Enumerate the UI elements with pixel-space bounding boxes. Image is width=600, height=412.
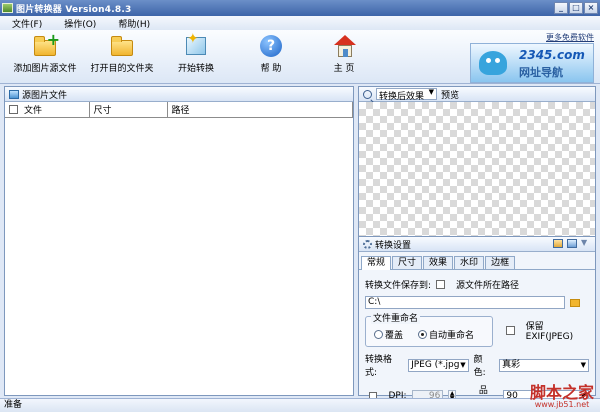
save-to-label: 转换文件保存到: <box>365 281 432 291</box>
status-text: 准备 <box>4 400 23 410</box>
menu-help[interactable]: 帮助(H) <box>118 17 150 30</box>
source-path-label: 源文件所在路径 <box>456 281 520 291</box>
keep-exif-checkbox[interactable] <box>505 326 515 335</box>
column-file-label: 文件 <box>24 106 43 116</box>
auto-rename-label: 自动重命名 <box>429 331 475 341</box>
column-path-header[interactable]: 路径 <box>167 102 353 118</box>
window-title: 图片转换器 Version4.8.3 <box>16 4 132 15</box>
browse-folder-icon[interactable] <box>570 299 580 307</box>
window-controls: _ □ × <box>554 2 598 14</box>
minimize-button[interactable]: _ <box>554 2 568 14</box>
open-settings-icon[interactable] <box>553 239 563 248</box>
tab-effect[interactable]: 效果 <box>423 256 454 269</box>
column-file-header[interactable]: 文件 <box>5 102 90 118</box>
main-toolbar: + 添加图片源文件 打开目的文件夹 开始转换 ? 帮 助 主 页 更多免费软件 … <box>0 30 600 84</box>
overwrite-option[interactable]: 覆盖 <box>374 328 403 341</box>
watermark-title: 脚本之家 <box>529 383 594 402</box>
conversion-settings-header: 转换设置 ▼ <box>359 237 595 252</box>
home-label: 主 页 <box>333 64 355 74</box>
auto-rename-radio[interactable] <box>418 330 427 339</box>
add-source-images-button[interactable]: + 添加图片源文件 <box>12 32 78 75</box>
help-button[interactable]: ? 帮 助 <box>254 34 288 74</box>
collapse-arrow-icon[interactable]: ▼ <box>581 239 591 248</box>
save-settings-icon[interactable] <box>567 239 577 248</box>
ad-brand-text: 2345.com <box>519 48 585 62</box>
settings-tabs: 常规 尺寸 效果 水印 边框 <box>359 256 595 270</box>
status-bar: 准备 <box>0 398 600 412</box>
color-select[interactable]: 真彩 <box>499 358 589 372</box>
keep-exif-label: 保留EXIF(JPEG) <box>525 322 574 342</box>
ad-slogan-text: 网址导航 <box>519 66 563 79</box>
help-icon: ? <box>258 34 284 58</box>
gear-icon <box>363 239 372 249</box>
folder-icon <box>109 34 135 58</box>
site-watermark: 脚本之家 www.jb51.net <box>530 385 594 409</box>
folder-add-icon: + <box>32 32 60 58</box>
close-button[interactable]: × <box>584 2 598 14</box>
format-color-row: 转换格式: JPEG (*.jpg 颜色: 真彩 <box>365 352 589 378</box>
start-convert-label: 开始转换 <box>177 64 214 74</box>
more-free-software-link[interactable]: 更多免费软件 <box>546 32 594 43</box>
output-path-row: C:\ <box>365 296 589 309</box>
overwrite-label: 覆盖 <box>385 331 404 341</box>
transparent-preview-area <box>359 102 595 236</box>
app-icon <box>2 3 13 13</box>
menu-bar: 文件(F) 操作(O) 帮助(H) <box>0 16 600 30</box>
ad-banner[interactable]: 2345.com 网址导航 <box>470 43 594 83</box>
search-icon <box>363 89 372 99</box>
menu-file[interactable]: 文件(F) <box>12 17 42 30</box>
image-list-icon <box>9 89 19 99</box>
select-all-checkbox[interactable] <box>9 105 18 114</box>
output-path-input[interactable]: C:\ <box>365 296 565 309</box>
file-rename-group-title: 文件重命名 <box>371 311 421 324</box>
source-images-header: 源图片文件 <box>5 87 353 102</box>
file-rename-group: 文件重命名 覆盖 自动重命名 <box>365 311 493 347</box>
open-destination-folder-button[interactable]: 打开目的文件夹 <box>88 34 156 74</box>
tab-size[interactable]: 尺寸 <box>392 256 423 269</box>
octopus-logo-icon <box>479 51 507 75</box>
column-size-header[interactable]: 尺寸 <box>89 102 168 118</box>
menu-operate[interactable]: 操作(O) <box>64 17 96 30</box>
source-images-title: 源图片文件 <box>22 90 68 101</box>
open-destination-folder-label: 打开目的文件夹 <box>90 64 154 74</box>
add-source-images-label: 添加图片源文件 <box>13 64 77 74</box>
format-label: 转换格式: <box>365 355 393 378</box>
effect-dropdown[interactable]: 转换后效果 <box>376 88 438 102</box>
tab-border[interactable]: 边框 <box>485 256 516 269</box>
source-images-panel: 源图片文件 文件 尺寸 路径 <box>4 86 354 396</box>
tab-watermark[interactable]: 水印 <box>454 256 485 269</box>
overwrite-radio[interactable] <box>374 330 383 339</box>
source-path-checkbox[interactable] <box>436 280 446 289</box>
maximize-button[interactable]: □ <box>569 2 583 14</box>
watermark-url: www.jb51.net <box>534 400 590 409</box>
source-file-table: 文件 尺寸 路径 <box>5 102 353 118</box>
preview-label: 预览 <box>441 90 460 101</box>
rename-row: 文件重命名 覆盖 自动重命名 保留EXIF(JPEG) <box>365 311 589 347</box>
format-select[interactable]: JPEG (*.jpg <box>408 358 469 372</box>
tab-general[interactable]: 常规 <box>361 256 392 270</box>
help-label: 帮 助 <box>260 64 282 74</box>
settings-header-tools: ▼ <box>553 239 591 248</box>
save-location-row: 转换文件保存到: 源文件所在路径 <box>365 278 589 291</box>
conversion-settings-title: 转换设置 <box>375 240 412 251</box>
color-label: 颜色: <box>473 355 486 378</box>
preview-header: 转换后效果 预览 <box>359 87 595 102</box>
title-bar: 图片转换器 Version4.8.3 _ □ × <box>0 0 600 16</box>
home-icon <box>331 34 357 58</box>
start-convert-button[interactable]: 开始转换 <box>174 31 218 74</box>
home-button[interactable]: 主 页 <box>327 34 361 74</box>
conversion-settings-panel: 转换设置 ▼ 常规 尺寸 效果 水印 边框 转换文件保存到: 源文件所在路径 C… <box>358 236 596 409</box>
preview-panel: 转换后效果 预览 <box>358 86 596 236</box>
auto-rename-option[interactable]: 自动重命名 <box>418 328 474 341</box>
magic-wand-icon <box>183 31 209 58</box>
